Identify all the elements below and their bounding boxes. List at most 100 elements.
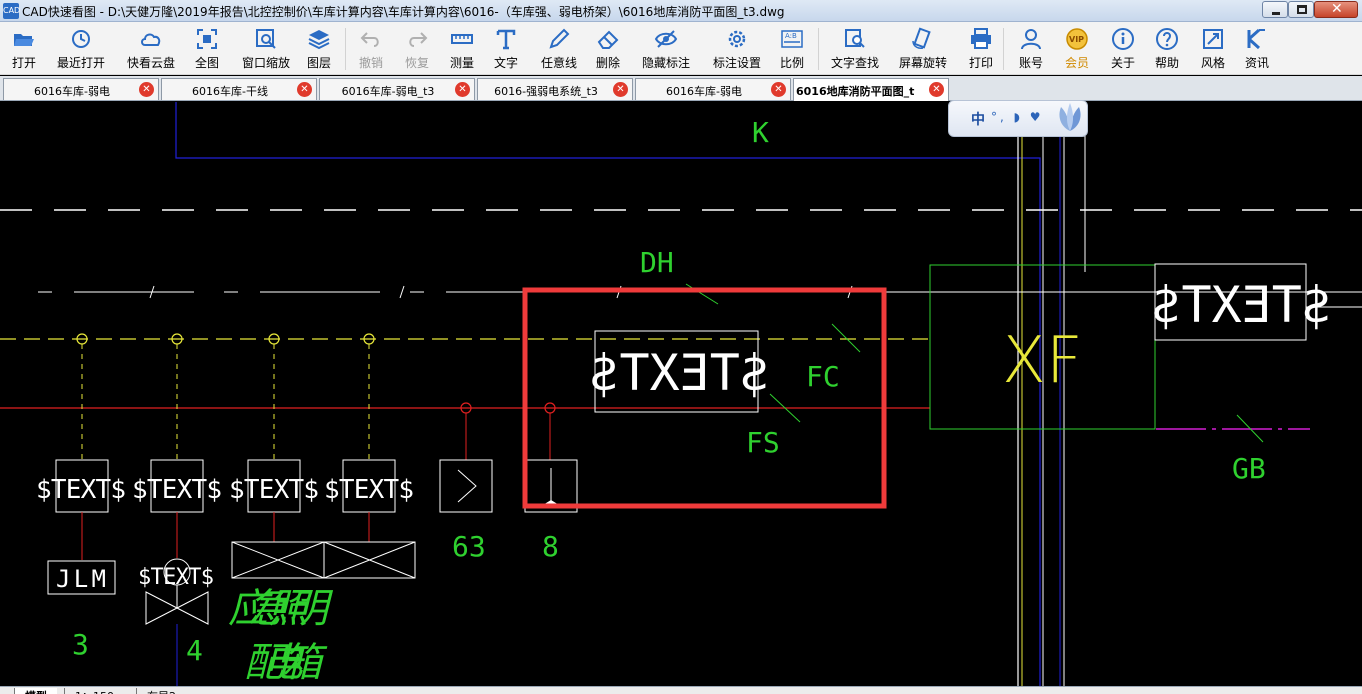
toolbar-button-text[interactable]: 文字 [490,22,522,75]
close-window-button[interactable]: ✕ [1314,1,1358,18]
zoom-window-icon [256,29,276,49]
toolbar-button-help[interactable]: 帮助 [1150,22,1184,75]
toolbar-button-label: 标注设置 [712,56,761,70]
toolbar-button-folder-open[interactable]: 打开 [2,22,46,75]
slash-mark [399,285,405,299]
toolbar-button-printer[interactable]: 打印 [962,22,1000,75]
info-icon [1112,28,1134,50]
document-tab[interactable]: 6016地库消防平面图_t ✕ [793,78,949,101]
layout-tab[interactable]: 布局2 [136,688,186,694]
toolbar-button-eraser[interactable]: 删除 [589,22,627,75]
toolbar-button-label: 资讯 [1244,56,1269,70]
window-title: CAD快速看图 - D:\天健万隆\2019年报告\北控控制价\车库计算内容\车… [22,5,785,19]
fc-label: FC [806,360,840,393]
distribution-box-pair [231,541,416,579]
rotate-screen-icon [912,27,931,49]
document-tab[interactable]: 6016车库-弱电 ✕ [635,78,791,100]
toolbar-button-news[interactable]: 资讯 [1240,22,1274,75]
gear-icon [728,30,746,48]
drop-4 [342,333,396,542]
ime-toolbar[interactable]: 中 °, ◗ ♥ [948,100,1088,137]
gb-label: GB [1232,452,1266,485]
history-icon [72,30,90,48]
toolbar-button-label: 图层 [306,56,331,70]
num-63-label: 63 [452,530,486,563]
toolbar-button-scale[interactable]: A:B 比例 [774,22,810,75]
toolbar-button-fit-all[interactable]: 全图 [188,22,226,75]
num-8-label: 8 [542,530,559,563]
layout-tab[interactable]: 模型 [14,688,57,694]
toolbar-button-label: 文字 [493,56,518,70]
news-icon [1247,28,1265,50]
tab-label: 6016车库-干线 [192,85,268,98]
drop-1 [55,333,109,560]
drawing-canvas[interactable]: XF $TEXT$ GB K DH $TEXT$ FC FS $TEXT$ $T… [0,102,1362,686]
toolbar-button-label: 最近打开 [56,56,105,70]
tab-label: 6016车库-弱电 [34,85,110,98]
toolbar-button-label: 任意线 [540,56,577,70]
toolbar-button-undo[interactable]: 撤销 [352,22,390,75]
toolbar-button-rotate-screen[interactable]: 屏幕旋转 [894,22,952,75]
text-placeholder-4: $TEXT$ [324,475,414,505]
toolbar-button-label: 屏幕旋转 [898,56,947,70]
pen-icon [549,28,570,49]
toolbar-button-layers[interactable]: 图层 [300,22,338,75]
tab-close-icon[interactable]: ✕ [771,82,786,97]
document-tab[interactable]: 6016车库-弱电_t3 ✕ [319,78,475,100]
printer-icon [971,28,991,49]
ruler-icon [451,34,473,44]
document-tab[interactable]: 6016车库-弱电 ✕ [3,78,159,100]
toolbar-button-vip[interactable]: VIP 会员 [1058,22,1096,75]
redo-icon [409,32,428,47]
tab-label: 6016车库-弱电 [666,85,742,98]
layout-tab[interactable]: 1：150 [64,688,124,694]
toolbar-button-history[interactable]: 最近打开 [52,22,110,75]
toolbar-button-label: 风格 [1200,56,1225,70]
tab-close-icon[interactable]: ✕ [139,82,154,97]
toolbar-button-text-search[interactable]: 文字查找 [826,22,884,75]
ime-settings-icons[interactable]: °, ◗ ♥ [991,110,1044,124]
toolbar-button-info[interactable]: 关于 [1106,22,1140,75]
tab-close-icon[interactable]: ✕ [613,82,628,97]
dh-label: DH [640,246,674,279]
svg-text:VIP: VIP [1069,35,1084,44]
drop-3 [247,333,301,542]
folder-open-icon [14,34,34,46]
tab-close-icon[interactable]: ✕ [297,82,312,97]
jlm-label: JLM [56,565,106,593]
document-tab[interactable]: 6016车库-干线 ✕ [161,78,317,100]
num-3-label: 3 [72,628,89,661]
toolbar-button-label: 测量 [449,56,474,70]
vip-icon: VIP [1066,28,1088,50]
toolbar-button-user[interactable]: 账号 [1014,22,1048,75]
toolbar-button-label: 关于 [1110,56,1135,70]
maximize-icon [1297,5,1307,14]
toolbar-button-gear[interactable]: 标注设置 [705,22,769,75]
document-tab[interactable]: 6016-强弱电系统_t3 ✕ [477,78,633,100]
toolbar-button-pen[interactable]: 任意线 [535,22,583,75]
tab-close-icon[interactable]: ✕ [455,82,470,97]
toolbar-button-cloud[interactable]: 快看云盘 [122,22,180,75]
maximize-button[interactable] [1288,1,1314,18]
toolbar-button-redo[interactable]: 恢复 [398,22,436,75]
ime-mode-indicator[interactable]: 中 [971,109,985,129]
toolbar-button-label: 打印 [968,56,993,70]
toolbar-button-zoom-window[interactable]: 窗口缩放 [237,22,295,75]
tab-label: 6016-强弱电系统_t3 [494,85,598,98]
tab-close-icon[interactable]: ✕ [929,82,944,97]
user-icon [1021,29,1041,50]
text-placeholder-1: $TEXT$ [36,475,126,505]
toolbar-button-eye-hide[interactable]: 隐藏标注 [638,22,694,75]
svg-text:A:B: A:B [785,32,797,40]
minimize-button[interactable] [1262,1,1288,18]
toolbar-button-label: 比例 [779,56,804,70]
toolbar-button-label: 快看云盘 [126,56,175,70]
cad-drawing: XF $TEXT$ GB K DH $TEXT$ FC FS $TEXT$ $T… [0,102,1362,686]
toolbar-button-style[interactable]: 风格 [1196,22,1230,75]
toolbar-button-label: 帮助 [1154,56,1179,70]
mirrored-text-center: $TEXT$ [589,344,770,402]
emergency-box-label-1: 应急照明 [228,586,334,632]
toolbar-button-label: 删除 [595,56,620,70]
minimize-icon [1272,12,1280,15]
toolbar-button-ruler[interactable]: 测量 [446,22,478,75]
